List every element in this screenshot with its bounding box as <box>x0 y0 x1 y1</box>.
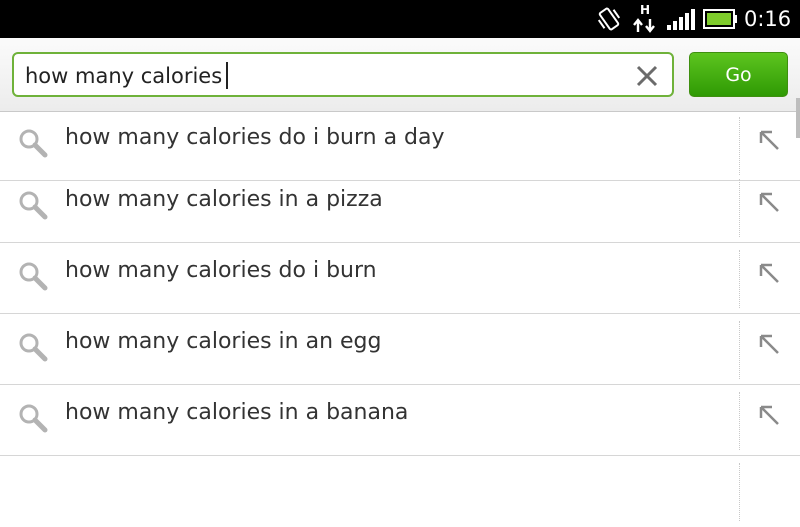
refine-arrow-icon[interactable] <box>756 127 784 155</box>
suggestion-item[interactable]: how many calories in an egg <box>0 315 800 385</box>
divider <box>739 250 740 308</box>
search-icon <box>16 401 50 435</box>
suggestion-text: how many calories do i burn a day <box>65 125 445 150</box>
status-bar: H 0:16 <box>0 0 800 38</box>
divider <box>739 117 740 175</box>
status-time: 0:16 <box>744 7 792 31</box>
suggestion-item[interactable]: how many calories in a banana <box>0 386 800 456</box>
divider <box>739 179 740 237</box>
search-icon <box>16 330 50 364</box>
suggestion-item[interactable]: how many calories do i burn <box>0 244 800 314</box>
divider <box>739 321 740 379</box>
search-icon <box>16 126 50 160</box>
signal-icon <box>666 0 696 38</box>
text-cursor <box>226 61 229 89</box>
suggestion-item-partial[interactable] <box>0 457 800 527</box>
refine-arrow-icon[interactable] <box>756 402 784 430</box>
suggestion-item[interactable]: how many calories do i burn a day <box>0 111 800 181</box>
suggestion-text: how many calories in a banana <box>65 400 409 425</box>
suggestion-list: how many calories do i burn a day how ma… <box>0 111 800 521</box>
suggestion-text: how many calories in a pizza <box>65 187 383 212</box>
suggestion-item[interactable]: how many calories in a pizza <box>0 173 800 243</box>
suggestion-text: how many calories in an egg <box>65 329 382 354</box>
refine-arrow-icon[interactable] <box>756 260 784 288</box>
battery-icon <box>702 0 738 38</box>
vibrate-icon <box>594 0 624 38</box>
divider <box>739 463 740 521</box>
refine-arrow-icon[interactable] <box>756 331 784 359</box>
search-query[interactable]: how many calories <box>25 61 229 89</box>
divider <box>739 392 740 450</box>
refine-arrow-icon[interactable] <box>756 189 784 217</box>
suggestion-text: how many calories do i burn <box>65 258 377 283</box>
search-bar: how many calories Go <box>0 38 800 138</box>
search-query-text: how many calories <box>25 64 223 88</box>
go-button[interactable]: Go <box>689 52 788 97</box>
clear-icon[interactable] <box>632 61 662 91</box>
svg-text:H: H <box>640 3 650 17</box>
search-icon <box>16 259 50 293</box>
search-input[interactable]: how many calories <box>12 52 674 97</box>
data-arrows-icon: H <box>632 0 658 38</box>
search-icon <box>16 188 50 222</box>
